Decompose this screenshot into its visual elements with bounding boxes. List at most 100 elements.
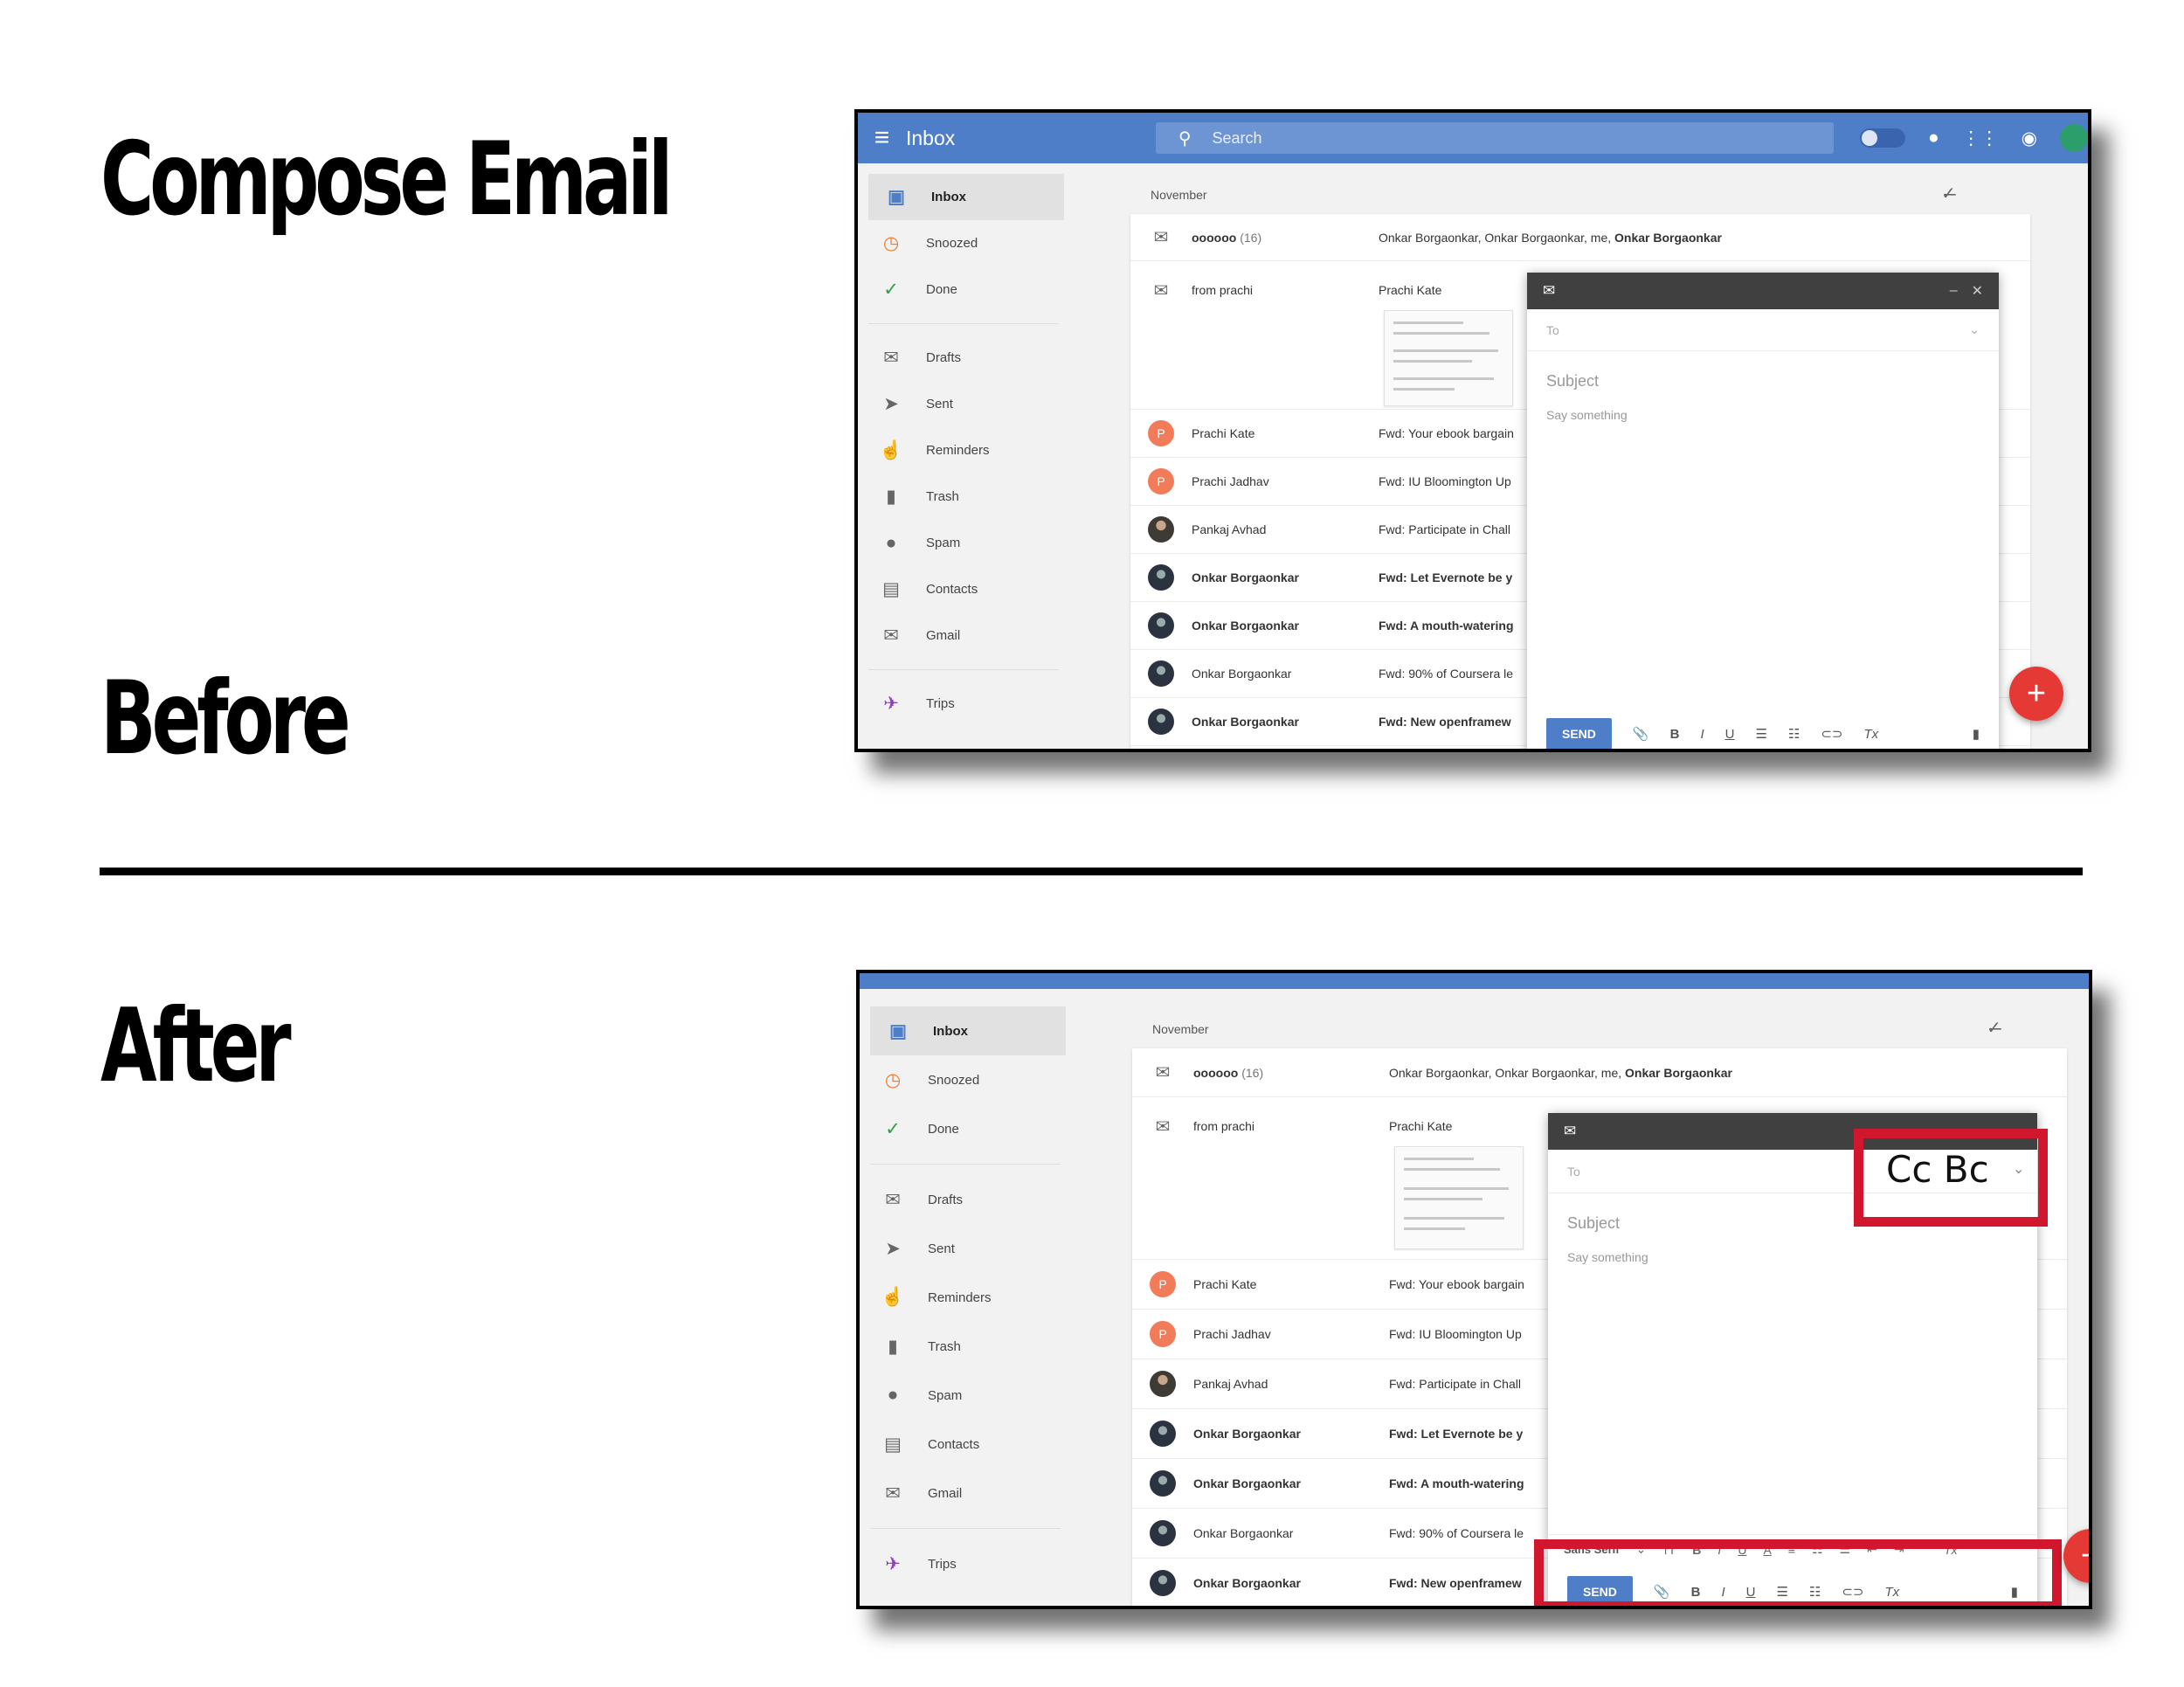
- sidebar-item-reminders[interactable]: ☝ Reminders: [860, 1273, 1076, 1322]
- sidebar-item-sent[interactable]: ➤ Sent: [858, 381, 1075, 427]
- bold-icon[interactable]: B: [1670, 727, 1680, 742]
- gmail-icon: ✉: [885, 1483, 901, 1504]
- sidebar-divider: [870, 1164, 1061, 1165]
- avatar: P: [1148, 420, 1174, 446]
- contacts-icon: ▤: [884, 1434, 902, 1455]
- drafts-icon: ✉: [885, 1189, 901, 1210]
- menu-icon[interactable]: ≡: [858, 123, 906, 153]
- avatar: [1150, 1371, 1176, 1397]
- clear-format-icon[interactable]: Tx: [1864, 727, 1879, 742]
- avatar: [1150, 1520, 1176, 1546]
- sidebar-item-gmail[interactable]: ✉ Gmail: [860, 1469, 1076, 1518]
- avatar: [1150, 1470, 1176, 1497]
- avatar: [1148, 660, 1174, 687]
- italic-icon[interactable]: I: [1700, 727, 1704, 742]
- attach-icon[interactable]: 📎: [1633, 726, 1649, 742]
- sidebar: ▣ Inbox ◷ Snoozed ✓ Done ✉ Drafts ➤ Sent ☝ Rem…: [860, 1006, 1076, 1606]
- close-icon[interactable]: ✕: [1972, 282, 1983, 300]
- avatar: [1148, 516, 1174, 543]
- list-item[interactable]: ✉ oooooo (16) Onkar Borgaonkar, Onkar Bo…: [1130, 214, 2030, 261]
- sidebar-item-trips[interactable]: ✈ Trips: [860, 1539, 1076, 1588]
- sidebar-item-snoozed[interactable]: ◷ Snoozed: [858, 220, 1075, 266]
- trash-icon[interactable]: ▮: [1973, 726, 1980, 742]
- sidebar-item-contacts[interactable]: ▤ Contacts: [858, 566, 1075, 612]
- highlight-box-cc-bcc: [1854, 1129, 2048, 1227]
- minimize-icon[interactable]: –: [1950, 283, 1958, 299]
- sidebar-item-drafts[interactable]: ✉ Drafts: [858, 335, 1075, 381]
- sidebar-item-done[interactable]: ✓ Done: [860, 1104, 1076, 1153]
- send-icon: ➤: [885, 1238, 901, 1259]
- sidebar-item-spam[interactable]: ● Spam: [860, 1371, 1076, 1420]
- after-heading: After: [100, 987, 292, 1105]
- send-icon: ➤: [883, 394, 899, 414]
- avatar: [1148, 612, 1174, 639]
- envelope-icon: ✉: [1155, 1063, 1171, 1082]
- plane-icon: ✈: [885, 1553, 901, 1574]
- sidebar-item-trash[interactable]: ▮ Trash: [858, 474, 1075, 520]
- sidebar-item-sent[interactable]: ➤ Sent: [860, 1224, 1076, 1273]
- sweep-done-icon[interactable]: ✓̶: [1941, 183, 1956, 204]
- spam-icon: ●: [887, 1385, 899, 1405]
- bulb-icon[interactable]: ●: [1928, 128, 1939, 149]
- month-header: November: [1152, 1022, 1209, 1036]
- sidebar-item-trips[interactable]: ✈ Trips: [858, 681, 1075, 727]
- avatar: P: [1150, 1271, 1176, 1297]
- sidebar-item-gmail[interactable]: ✉ Gmail: [858, 612, 1075, 659]
- check-icon: ✓: [883, 280, 899, 300]
- notifications-icon[interactable]: ◉: [2022, 128, 2037, 149]
- compose-toolbar: SEND 📎 B I U ☰ ☷ ⊂⊃ Tx ▮: [1527, 706, 1999, 749]
- body-field[interactable]: Say something: [1548, 1233, 2037, 1264]
- list-item[interactable]: ✉ oooooo (16) Onkar Borgaonkar, Onkar Bo…: [1132, 1048, 2067, 1097]
- sidebar-item-drafts[interactable]: ✉ Drafts: [860, 1175, 1076, 1224]
- envelope-icon: ✉: [1153, 280, 1169, 301]
- sidebar-item-reminders[interactable]: ☝ Reminders: [858, 427, 1075, 474]
- search-input[interactable]: Search: [1212, 129, 1261, 148]
- spam-icon: ●: [885, 532, 897, 553]
- compose-window: ✉ – ✕ To ⌄ Subject Say something SEND 📎 B…: [1527, 273, 1999, 749]
- sidebar-item-inbox[interactable]: ▣ Inbox: [868, 174, 1064, 220]
- inbox-icon: ▣: [889, 1020, 907, 1041]
- section-divider: [100, 868, 2083, 875]
- chevron-down-icon[interactable]: ⌄: [1969, 322, 1980, 337]
- app-title: Inbox: [905, 126, 956, 149]
- snooze-icon: ◷: [882, 233, 900, 253]
- sidebar-item-done[interactable]: ✓ Done: [858, 266, 1075, 313]
- bundle-preview-thumbnail: [1394, 1146, 1524, 1249]
- avatar: P: [1150, 1321, 1176, 1347]
- apps-grid-icon[interactable]: ⋮⋮: [1962, 128, 1999, 149]
- check-icon: ✓: [885, 1118, 901, 1139]
- sidebar-item-snoozed[interactable]: ◷ Snoozed: [860, 1055, 1076, 1104]
- reminder-hand-icon: ☝: [881, 1287, 905, 1307]
- sidebar: ▣ Inbox ◷ Snoozed ✓ Done ✉ Drafts ➤ Sent ☝ Rem…: [858, 174, 1075, 749]
- numbered-list-icon[interactable]: ☷: [1788, 726, 1800, 742]
- body-field[interactable]: Say something: [1527, 391, 1999, 422]
- page-title: Compose Email: [100, 121, 674, 239]
- avatar: [1150, 1421, 1176, 1447]
- account-avatar[interactable]: [2059, 124, 2088, 152]
- search-icon: ⚲: [1178, 128, 1192, 149]
- sidebar-item-inbox[interactable]: ▣ Inbox: [870, 1006, 1066, 1055]
- search-bar[interactable]: ⚲ Search: [1155, 122, 1834, 154]
- sweep-done-icon[interactable]: ✓̶: [1987, 1017, 2001, 1039]
- envelope-icon: ✉: [1153, 228, 1169, 247]
- pin-toggle-icon[interactable]: [1859, 128, 1905, 148]
- bullet-list-icon[interactable]: ☰: [1755, 726, 1766, 742]
- sidebar-item-spam[interactable]: ● Spam: [858, 520, 1075, 566]
- trash-icon: ▮: [886, 487, 896, 507]
- subject-field[interactable]: Subject: [1527, 351, 1999, 391]
- after-screenshot: ▣ Inbox ◷ Snoozed ✓ Done ✉ Drafts ➤ Sent ☝ Rem…: [856, 970, 2092, 1609]
- plane-icon: ✈: [883, 694, 899, 714]
- to-field[interactable]: To ⌄: [1527, 309, 1999, 351]
- drafts-icon: ✉: [883, 348, 899, 368]
- sidebar-item-trash[interactable]: ▮ Trash: [860, 1322, 1076, 1371]
- underline-icon[interactable]: U: [1725, 727, 1735, 742]
- reminder-hand-icon: ☝: [879, 439, 903, 460]
- top-bar: [860, 973, 2089, 989]
- send-button[interactable]: SEND: [1546, 718, 1612, 749]
- envelope-open-icon: ✉: [1564, 1123, 1577, 1139]
- sidebar-divider: [868, 669, 1059, 670]
- link-icon[interactable]: ⊂⊃: [1821, 726, 1842, 742]
- sidebar-item-contacts[interactable]: ▤ Contacts: [860, 1420, 1076, 1469]
- compose-fab-button[interactable]: +: [2009, 667, 2063, 721]
- compose-fab-button[interactable]: +: [2063, 1529, 2089, 1583]
